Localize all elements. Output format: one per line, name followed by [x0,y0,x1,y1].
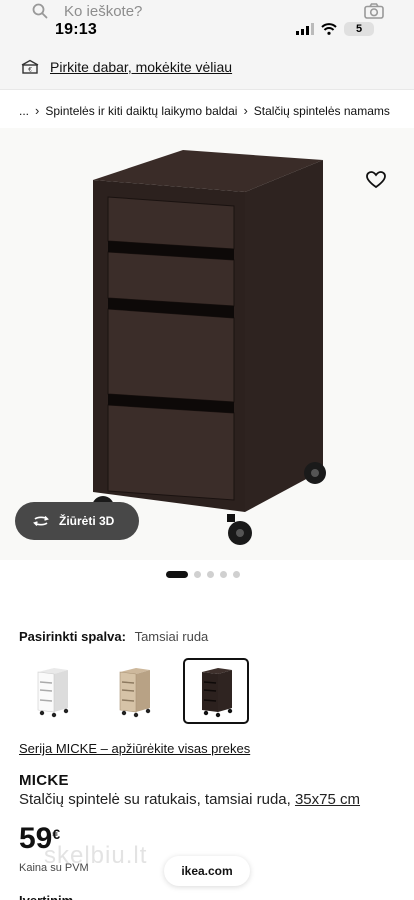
carousel-indicator [166,571,240,578]
system-icons: 5 [296,22,374,36]
breadcrumb-ellipsis[interactable]: ... [19,104,29,118]
product-image[interactable] [0,128,414,560]
pay-later-link[interactable]: Pirkite dabar, mokėkite vėliau [50,59,232,75]
swatch-oak-effect[interactable] [101,658,167,724]
product-size-link[interactable]: 35x75 cm [295,791,360,808]
rotate-3d-icon [33,515,49,527]
heart-icon [366,171,386,189]
caster-wheel-icon [227,514,252,545]
series-link[interactable]: Serija MICKE – apžiūrėkite visas prekes [19,741,250,756]
carousel-dot[interactable] [207,571,214,578]
breadcrumb-item[interactable]: Spintelės ir kiti daiktų laikymo baldai [45,104,237,118]
color-selector-label: Pasirinkti spalva: Tamsiai ruda [19,629,208,644]
price-note: Kaina su PVM [19,862,89,874]
pay-later-banner[interactable]: € Pirkite dabar, mokėkite vėliau [0,44,414,90]
browser-url-pill[interactable]: ikea.com [164,856,250,886]
favorite-button[interactable] [362,166,390,194]
signal-icon [296,23,314,35]
swatch-white[interactable] [19,658,85,724]
camera-icon[interactable] [364,3,384,19]
product-price: 59€ [19,822,60,856]
view-3d-label: Žiūrėti 3D [59,514,115,528]
product-description: Stalčių spintelė su ratukais, tamsiai ru… [19,791,360,808]
price-currency: € [52,826,61,842]
section-heading-cut: Įvertinim [19,891,89,900]
drawer-unit-illustration [92,150,326,545]
carousel-dot[interactable] [220,571,227,578]
carousel-dot-active[interactable] [166,571,188,578]
caster-wheel-icon [304,462,326,484]
carousel-dot[interactable] [194,571,201,578]
payment-icon: € [21,59,39,74]
color-value: Tamsiai ruda [134,629,209,644]
chevron-right-icon: › [35,103,40,118]
status-time: 19:13 [55,21,97,38]
color-label: Pasirinkti spalva: [19,629,126,644]
product-name: MICKE [19,772,69,789]
breadcrumb-item[interactable]: Stalčių spintelės namams [254,104,390,118]
battery-icon: 5 [344,22,374,36]
svg-text:€: € [28,66,32,73]
search-icon [32,3,48,19]
product-description-text: Stalčių spintelė su ratukais, tamsiai ru… [19,791,295,808]
swatch-dark-brown[interactable] [183,658,249,724]
wifi-icon [321,23,337,35]
carousel-dot[interactable] [233,571,240,578]
price-value: 59 [19,822,53,855]
chevron-right-icon: › [243,103,248,118]
view-3d-button[interactable]: Žiūrėti 3D [15,502,139,540]
breadcrumb: ... › Spintelės ir kiti daiktų laikymo b… [19,103,390,118]
search-input[interactable]: Ko ieškote? [64,3,364,20]
color-swatches [19,658,249,724]
